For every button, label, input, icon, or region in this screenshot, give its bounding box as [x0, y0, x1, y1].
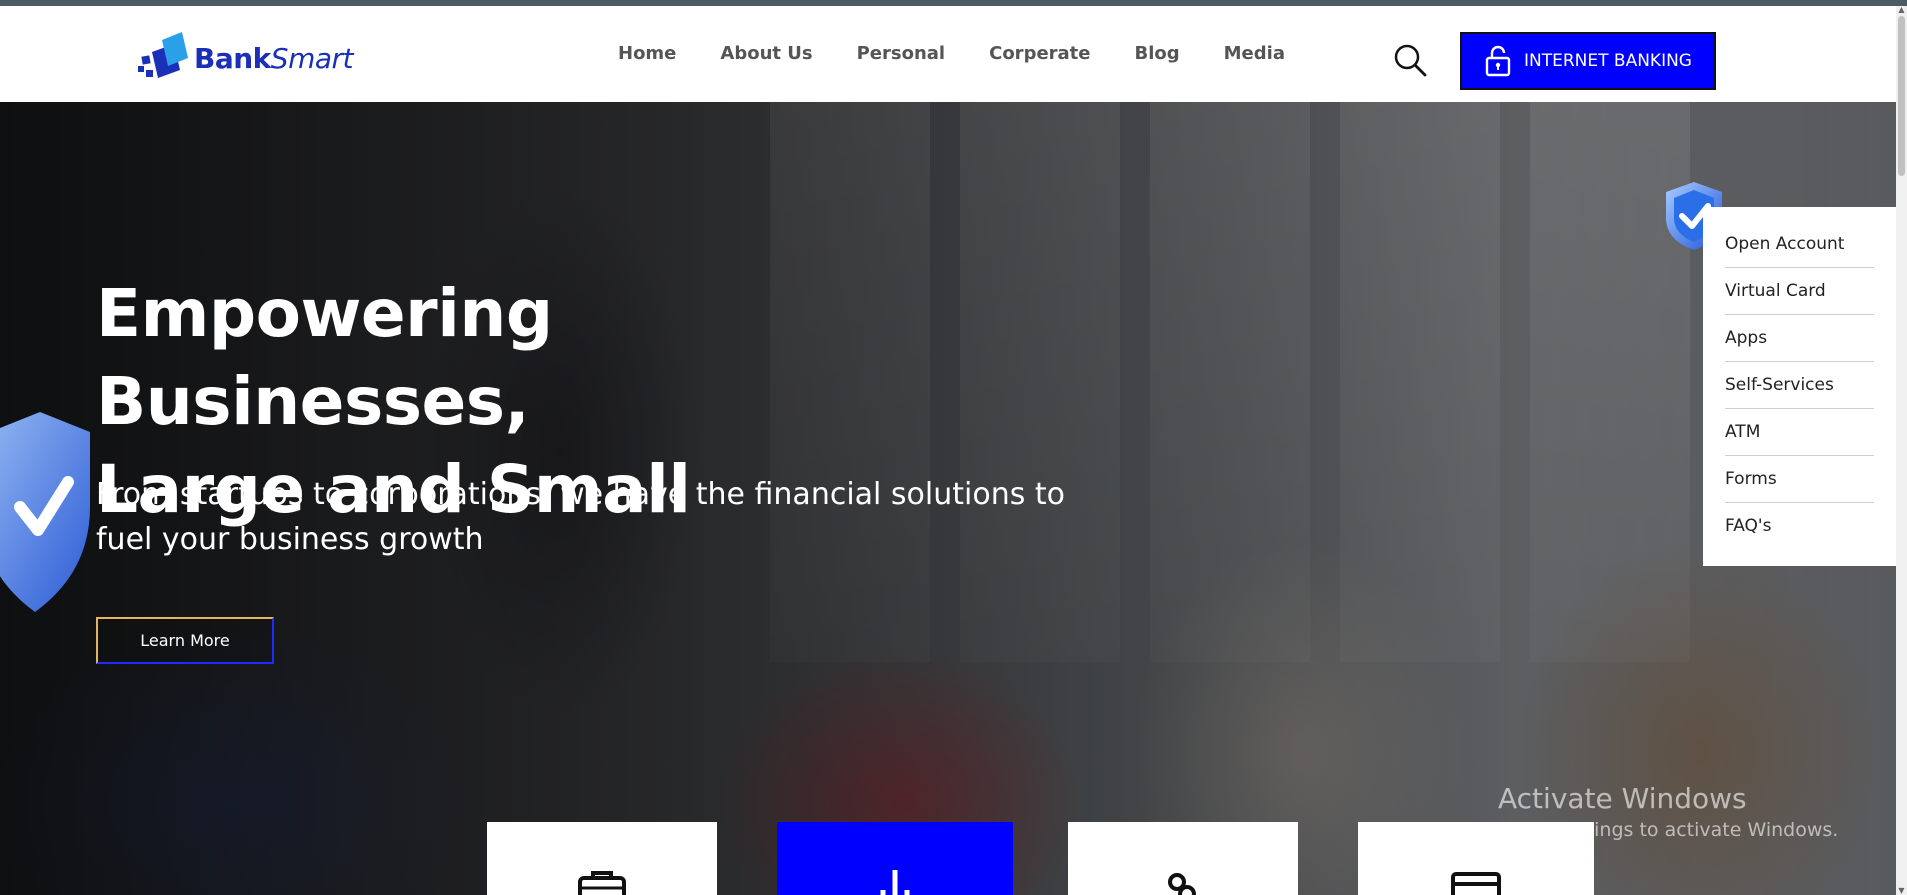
hero-title-line-1: Empowering Businesses, [96, 275, 553, 440]
learn-more-button[interactable]: Learn More [96, 617, 274, 664]
scrollbar-thumb[interactable] [1898, 16, 1905, 176]
quick-link-virtual-card[interactable]: Virtual Card [1725, 268, 1874, 315]
shield-decoration-icon [0, 412, 90, 612]
brand-name: BankSmart [194, 41, 354, 75]
nav-personal[interactable]: Personal [835, 36, 968, 72]
search-icon [1394, 44, 1427, 77]
nav-corperate[interactable]: Corperate [967, 36, 1112, 72]
windows-activation-watermark: Activate Windows Go to Settings to activ… [1498, 782, 1838, 844]
link-icon [1168, 873, 1196, 895]
quick-link-atm[interactable]: ATM [1725, 409, 1874, 456]
nav-media[interactable]: Media [1202, 36, 1307, 72]
chart-icon [880, 870, 910, 895]
main-nav: Home About Us Personal Corperate Blog Me… [608, 36, 1307, 72]
watermark-subtitle: Go to Settings to activate Windows. [1498, 819, 1839, 841]
quick-link-faqs[interactable]: FAQ's [1725, 503, 1874, 550]
search-button[interactable] [1392, 42, 1428, 78]
scroll-down-arrow-icon[interactable]: ▼ [1897, 887, 1906, 895]
feature-card-chart[interactable] [777, 822, 1013, 895]
internet-banking-label: INTERNET BANKING [1524, 51, 1692, 71]
quick-link-forms[interactable]: Forms [1725, 456, 1874, 503]
nav-about-us[interactable]: About Us [698, 36, 834, 72]
nav-blog[interactable]: Blog [1113, 36, 1202, 72]
bank-logo-icon [138, 32, 188, 78]
hero-subtitle-line-2: fuel your business growth [96, 522, 484, 557]
hero-subtitle: From startups to corporations, we have t… [96, 472, 1096, 562]
quick-link-apps[interactable]: Apps [1725, 315, 1874, 362]
card-icon [1451, 872, 1501, 895]
feature-card-briefcase[interactable] [487, 822, 717, 895]
scroll-up-arrow-icon[interactable]: ▲ [1897, 6, 1906, 14]
quick-link-open-account[interactable]: Open Account [1725, 221, 1874, 268]
watermark-title: Activate Windows [1498, 782, 1747, 815]
site-header: BankSmart Home About Us Personal Corpera… [0, 6, 1896, 102]
unlock-icon [1485, 45, 1511, 77]
brand-logo[interactable]: BankSmart [136, 30, 354, 86]
feature-card-link[interactable] [1068, 822, 1298, 895]
quick-links-panel: Open Account Virtual Card Apps Self-Serv… [1703, 207, 1896, 566]
internet-banking-button[interactable]: INTERNET BANKING [1460, 32, 1716, 90]
quick-link-self-services[interactable]: Self-Services [1725, 362, 1874, 409]
hero-subtitle-line-1: From startups to corporations, we have t… [96, 477, 1065, 512]
page-scrollbar[interactable]: ▲ ▼ [1896, 6, 1907, 895]
briefcase-icon [578, 871, 626, 895]
hero-section: Empowering Businesses, Large and Small F… [0, 102, 1896, 895]
nav-home[interactable]: Home [608, 36, 698, 72]
